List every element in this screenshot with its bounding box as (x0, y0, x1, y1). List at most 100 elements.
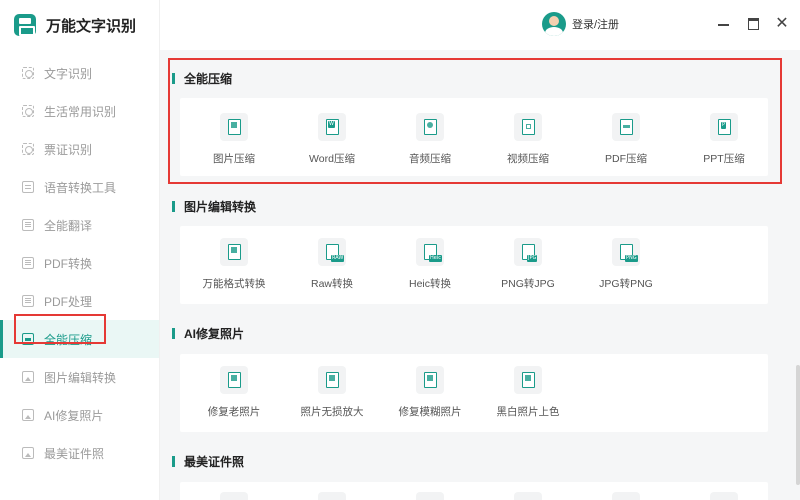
scan-icon (22, 67, 34, 79)
sidebar-item-ticket-ocr[interactable]: 票证识别 (0, 130, 159, 168)
id-photo-icon (318, 492, 346, 500)
sidebar-item-label: PDF转换 (44, 256, 93, 271)
tool-raw-convert[interactable]: RAW Raw转换 (292, 238, 372, 291)
tool-id-photo-2[interactable] (316, 492, 348, 500)
compress-icon (22, 333, 34, 345)
sidebar-item-compress[interactable]: 全能压缩 (0, 320, 159, 358)
word-compress-icon: W (318, 113, 346, 141)
minimize-icon[interactable] (716, 16, 732, 32)
tool-format-convert[interactable]: 万能格式转换 (194, 238, 274, 291)
app-logo-icon (14, 14, 36, 36)
tool-audio-compress[interactable]: 音频压缩 (390, 113, 470, 166)
app-title: 万能文字识别 (46, 17, 137, 35)
tool-video-compress[interactable]: 视频压缩 (488, 113, 568, 166)
heic-convert-icon: Heic (416, 238, 444, 266)
deblur-photo-icon (416, 366, 444, 394)
tag: PNG (625, 255, 638, 262)
tool-label: PNG转JPG (501, 278, 555, 290)
colorize-photo-icon (514, 366, 542, 394)
tool-jpg-to-png[interactable]: PNG JPG转PNG (586, 238, 666, 291)
image-icon (22, 371, 34, 383)
sidebar-item-id-photo[interactable]: 最美证件照 (0, 434, 159, 472)
tool-label: 视频压缩 (507, 153, 549, 165)
sidebar-item-label: 语音转换工具 (44, 180, 117, 195)
tag: RAW (331, 255, 345, 262)
section-title-text: AI修复照片 (184, 327, 245, 341)
id-photo-icon (710, 492, 738, 500)
sidebar-item-daily-ocr[interactable]: 生活常用识别 (0, 92, 159, 130)
ppt-compress-icon: P (710, 113, 738, 141)
tool-card-id-photo (180, 482, 768, 500)
login-button[interactable]: 登录/注册 (542, 12, 619, 36)
scan-icon (22, 105, 34, 117)
sidebar-item-pdf-convert[interactable]: PDF转换 (0, 244, 159, 282)
translate-icon (22, 219, 34, 231)
tool-label: 黑白照片上色 (496, 406, 560, 418)
voice-icon (22, 181, 34, 193)
section-title-ai-repair: AI修复照片 (172, 325, 244, 342)
tool-image-compress[interactable]: 图片压缩 (194, 113, 274, 166)
tool-restore-old-photo[interactable]: 修复老照片 (194, 366, 274, 419)
sidebar-item-translate[interactable]: 全能翻译 (0, 206, 159, 244)
tool-deblur-photo[interactable]: 修复模糊照片 (390, 366, 470, 419)
sidebar-item-image-edit[interactable]: 图片编辑转换 (0, 358, 159, 396)
tool-id-photo-4[interactable] (512, 492, 544, 500)
main-content: 全能压缩 图片压缩 W Word压缩 音频压缩 视频压缩 PDF压缩 P PPT… (160, 50, 800, 500)
sidebar-item-label: 文字识别 (44, 66, 93, 81)
maximize-icon[interactable] (746, 16, 762, 32)
section-title-text: 图片编辑转换 (184, 200, 257, 214)
sidebar-nav: 文字识别 生活常用识别 票证识别 语音转换工具 全能翻译 PDF转换 PDF处理… (0, 54, 159, 472)
sidebar-item-label: 生活常用识别 (44, 104, 117, 119)
tool-label: PPT压缩 (703, 153, 745, 165)
tool-label: 照片无损放大 (300, 406, 364, 418)
tool-card-image-edit: 万能格式转换 RAW Raw转换 Heic Heic转换 JPG PNG转JPG… (180, 226, 768, 304)
pdf-compress-icon (612, 113, 640, 141)
section-title-text: 最美证件照 (184, 455, 245, 469)
tool-heic-convert[interactable]: Heic Heic转换 (390, 238, 470, 291)
video-compress-icon (514, 113, 542, 141)
tool-card-ai-repair: 修复老照片 照片无损放大 修复模糊照片 黑白照片上色 (180, 354, 768, 432)
pdf-icon (22, 295, 34, 307)
tool-png-to-jpg[interactable]: JPG PNG转JPG (488, 238, 568, 291)
format-convert-icon (220, 238, 248, 266)
id-photo-icon (22, 447, 34, 459)
id-photo-icon (220, 492, 248, 500)
sidebar-item-voice-tools[interactable]: 语音转换工具 (0, 168, 159, 206)
sidebar-item-ai-repair[interactable]: AI修复照片 (0, 396, 159, 434)
sidebar-item-label: PDF处理 (44, 294, 93, 309)
scrollbar[interactable] (796, 365, 800, 485)
sidebar-item-pdf-process[interactable]: PDF处理 (0, 282, 159, 320)
section-accent (172, 73, 175, 84)
scan-icon (22, 143, 34, 155)
login-label: 登录/注册 (572, 19, 620, 31)
tool-pdf-compress[interactable]: PDF压缩 (586, 113, 666, 166)
section-title-image-edit: 图片编辑转换 (172, 198, 256, 215)
title-bar: 登录/注册 ✕ (160, 0, 800, 50)
tool-upscale-photo[interactable]: 照片无损放大 (292, 366, 372, 419)
tool-id-photo-5[interactable] (610, 492, 642, 500)
tag: W (328, 121, 335, 128)
sidebar-item-label: AI修复照片 (44, 408, 104, 423)
section-title-id-photo: 最美证件照 (172, 453, 244, 470)
jpg-to-png-icon: PNG (612, 238, 640, 266)
tool-id-photo-3[interactable] (414, 492, 446, 500)
tool-id-photo-6[interactable] (708, 492, 740, 500)
tool-id-photo-1[interactable] (218, 492, 250, 500)
tool-label: 修复老照片 (207, 406, 261, 418)
sidebar: 万能文字识别 文字识别 生活常用识别 票证识别 语音转换工具 全能翻译 PDF转… (0, 0, 160, 500)
section-title-text: 全能压缩 (184, 72, 233, 86)
audio-compress-icon (416, 113, 444, 141)
image-compress-icon (220, 113, 248, 141)
section-title-compress: 全能压缩 (172, 70, 232, 87)
tool-word-compress[interactable]: W Word压缩 (292, 113, 372, 166)
close-icon[interactable]: ✕ (774, 16, 790, 32)
tool-card-compress: 图片压缩 W Word压缩 音频压缩 视频压缩 PDF压缩 P PPT压缩 (180, 98, 768, 176)
sidebar-item-label: 全能压缩 (44, 332, 93, 347)
section-accent (172, 328, 175, 339)
section-accent (172, 201, 175, 212)
tool-colorize-photo[interactable]: 黑白照片上色 (488, 366, 568, 419)
upscale-photo-icon (318, 366, 346, 394)
sidebar-item-label: 票证识别 (44, 142, 93, 157)
sidebar-item-text-ocr[interactable]: 文字识别 (0, 54, 159, 92)
tool-ppt-compress[interactable]: P PPT压缩 (684, 113, 764, 166)
